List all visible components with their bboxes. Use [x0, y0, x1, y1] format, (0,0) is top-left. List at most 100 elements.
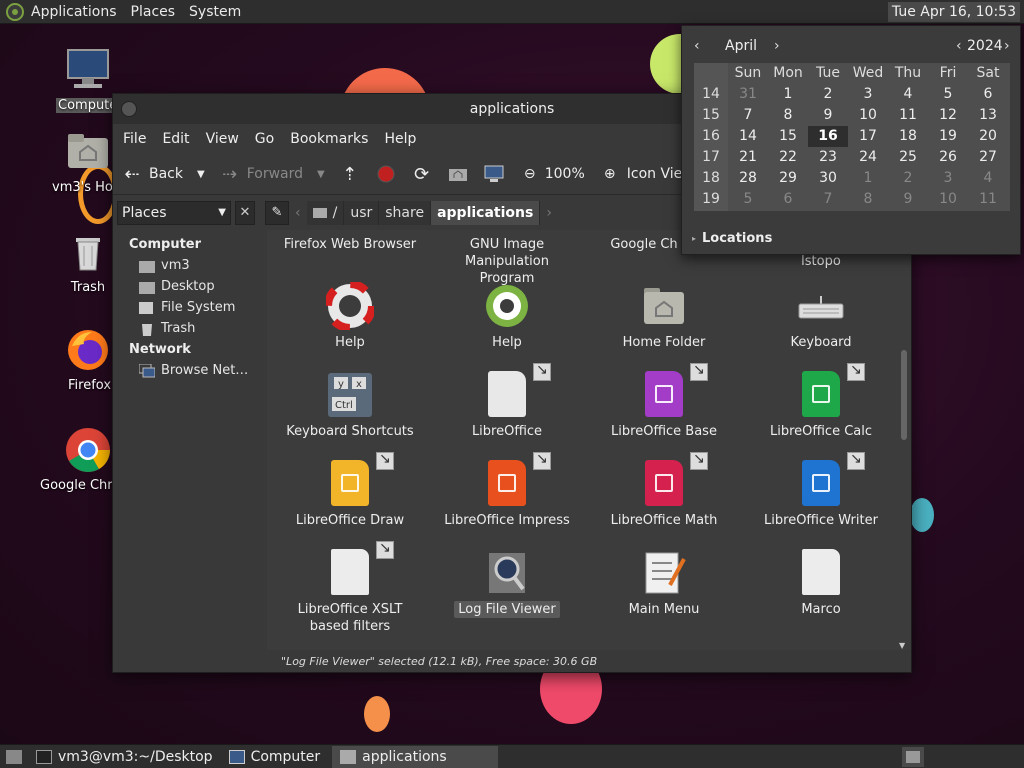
file-item-libreoffice-draw[interactable]: LibreOffice Draw — [272, 451, 428, 529]
calendar-day[interactable]: 11 — [968, 189, 1008, 210]
file-item-gimp[interactable]: GNU Image Manipulation Program — [429, 230, 585, 287]
calendar-day[interactable]: 19 — [928, 126, 968, 147]
file-item-log-file-viewer[interactable]: Log File Viewer — [429, 549, 585, 618]
taskbar-item-terminal[interactable]: vm3@vm3:~/Desktop — [28, 746, 221, 768]
calendar-day[interactable]: 9 — [888, 189, 928, 210]
menu-go[interactable]: Go — [247, 131, 282, 147]
file-item-main-menu[interactable]: Main Menu — [586, 549, 742, 618]
sidebar-item-trash[interactable]: Trash — [113, 318, 265, 339]
file-item-help-2[interactable]: Help — [429, 282, 585, 351]
taskbar-item-computer[interactable]: Computer — [221, 746, 329, 768]
calendar-day[interactable]: 27 — [968, 147, 1008, 168]
calendar-day[interactable]: 8 — [768, 105, 808, 126]
calendar-day[interactable]: 31 — [728, 84, 768, 105]
calendar-day[interactable]: 8 — [848, 189, 888, 210]
calendar-day[interactable]: 5 — [928, 84, 968, 105]
forward-history-dropdown-icon[interactable]: ▼ — [317, 169, 325, 180]
calendar-day[interactable]: 4 — [968, 168, 1008, 189]
calendar-day[interactable]: 26 — [928, 147, 968, 168]
menu-view[interactable]: View — [198, 131, 247, 147]
prev-year-button[interactable]: ‹ — [956, 38, 962, 54]
show-desktop-button[interactable] — [0, 746, 28, 768]
file-item-libreoffice-xslt[interactable]: LibreOffice XSLT based filters — [272, 540, 428, 635]
distro-logo-icon[interactable] — [6, 2, 24, 21]
calendar-day[interactable]: 29 — [768, 168, 808, 189]
sidebar-item-browse-network[interactable]: Browse Net… — [113, 360, 265, 381]
calendar-day[interactable]: 6 — [968, 84, 1008, 105]
calendar-day[interactable]: 14 — [728, 126, 768, 147]
up-button[interactable]: ⇡ — [339, 163, 361, 185]
file-item-libreoffice-calc[interactable]: LibreOffice Calc — [743, 362, 899, 440]
vertical-scrollbar[interactable]: ▼ — [899, 230, 909, 650]
computer-button[interactable] — [483, 163, 505, 185]
path-scroll-right-button[interactable]: › — [540, 201, 558, 225]
prev-month-button[interactable]: ‹ — [694, 38, 700, 54]
calendar-day[interactable]: 15 — [768, 126, 808, 147]
calendar-day[interactable]: 16 — [808, 126, 848, 147]
calendar-day[interactable]: 10 — [928, 189, 968, 210]
path-crumb-share[interactable]: share — [379, 200, 432, 225]
calendar-day[interactable]: 25 — [888, 147, 928, 168]
calendar-day[interactable]: 23 — [808, 147, 848, 168]
zoom-in-button[interactable]: ⊕ — [599, 163, 621, 185]
locations-expander[interactable]: ▸ Locations — [692, 231, 772, 246]
calendar-day[interactable]: 5 — [728, 189, 768, 210]
file-item-help-1[interactable]: Help — [272, 280, 428, 351]
calendar-day[interactable]: 7 — [728, 105, 768, 126]
calendar-day[interactable]: 17 — [848, 126, 888, 147]
calendar-day[interactable]: 21 — [728, 147, 768, 168]
calendar-day[interactable]: 6 — [768, 189, 808, 210]
file-item-marco[interactable]: Marco — [743, 549, 899, 618]
file-icon-view[interactable]: Firefox Web Browser GNU Image Manipulati… — [267, 230, 911, 650]
calendar-day[interactable]: 13 — [968, 105, 1008, 126]
calendar-day[interactable]: 12 — [928, 105, 968, 126]
calendar-day[interactable]: 3 — [848, 84, 888, 105]
scroll-down-arrow-icon[interactable]: ▼ — [899, 641, 905, 650]
clock[interactable]: Tue Apr 16, 10:53 — [887, 2, 1020, 22]
sidebar-item-vm3[interactable]: vm3 — [113, 255, 265, 276]
sidebar-item-desktop[interactable]: Desktop — [113, 276, 265, 297]
file-item-libreoffice-writer[interactable]: LibreOffice Writer — [743, 451, 899, 529]
window-menu-button[interactable] — [121, 101, 137, 117]
next-month-button[interactable]: › — [774, 38, 780, 54]
calendar-day[interactable]: 28 — [728, 168, 768, 189]
calendar-day[interactable]: 11 — [888, 105, 928, 126]
sidebar-item-file-system[interactable]: File System — [113, 297, 265, 318]
calendar-day[interactable]: 9 — [808, 105, 848, 126]
back-history-dropdown-icon[interactable]: ▼ — [197, 169, 205, 180]
calendar-day[interactable]: 1 — [848, 168, 888, 189]
zoom-level[interactable]: 100% — [545, 166, 585, 182]
taskbar-item-applications[interactable]: applications — [332, 745, 499, 768]
workspace-switcher[interactable] — [902, 747, 924, 767]
close-sidebar-button[interactable]: ✕ — [235, 200, 255, 225]
menu-applications[interactable]: Applications — [24, 0, 124, 24]
file-item-keyboard-shortcuts[interactable]: y x Ctrl Keyboard Shortcuts — [272, 371, 428, 440]
back-button[interactable]: ⇠ Back ▼ — [121, 163, 205, 185]
calendar-day[interactable]: 20 — [968, 126, 1008, 147]
calendar-day[interactable]: 18 — [888, 126, 928, 147]
scrollbar-thumb[interactable] — [901, 350, 907, 440]
file-item-home-folder[interactable]: Home Folder — [586, 282, 742, 351]
calendar-day[interactable]: 22 — [768, 147, 808, 168]
menu-places[interactable]: Places — [124, 0, 183, 24]
calendar-day[interactable]: 30 — [808, 168, 848, 189]
file-item-libreoffice-math[interactable]: LibreOffice Math — [586, 451, 742, 529]
calendar-day[interactable]: 3 — [928, 168, 968, 189]
calendar-day[interactable]: 24 — [848, 147, 888, 168]
forward-button[interactable]: ⇢ Forward ▼ — [219, 163, 325, 185]
stop-button[interactable] — [375, 163, 397, 185]
reload-button[interactable]: ⟳ — [411, 163, 433, 185]
calendar-day[interactable]: 1 — [768, 84, 808, 105]
zoom-out-button[interactable]: ⊖ — [519, 163, 541, 185]
file-item-libreoffice-base[interactable]: LibreOffice Base — [586, 362, 742, 440]
file-item-keyboard[interactable]: Keyboard — [743, 282, 899, 351]
file-item-firefox[interactable]: Firefox Web Browser — [272, 230, 428, 253]
menu-system[interactable]: System — [182, 0, 248, 24]
path-scroll-left-button[interactable]: ‹ — [289, 201, 307, 225]
path-crumb-root[interactable]: / — [306, 200, 345, 225]
file-item-libreoffice-impress[interactable]: LibreOffice Impress — [429, 451, 585, 529]
menu-bookmarks[interactable]: Bookmarks — [282, 131, 376, 147]
toggle-location-entry-button[interactable]: ✎ — [265, 200, 289, 225]
menu-edit[interactable]: Edit — [154, 131, 197, 147]
calendar-day[interactable]: 2 — [888, 168, 928, 189]
